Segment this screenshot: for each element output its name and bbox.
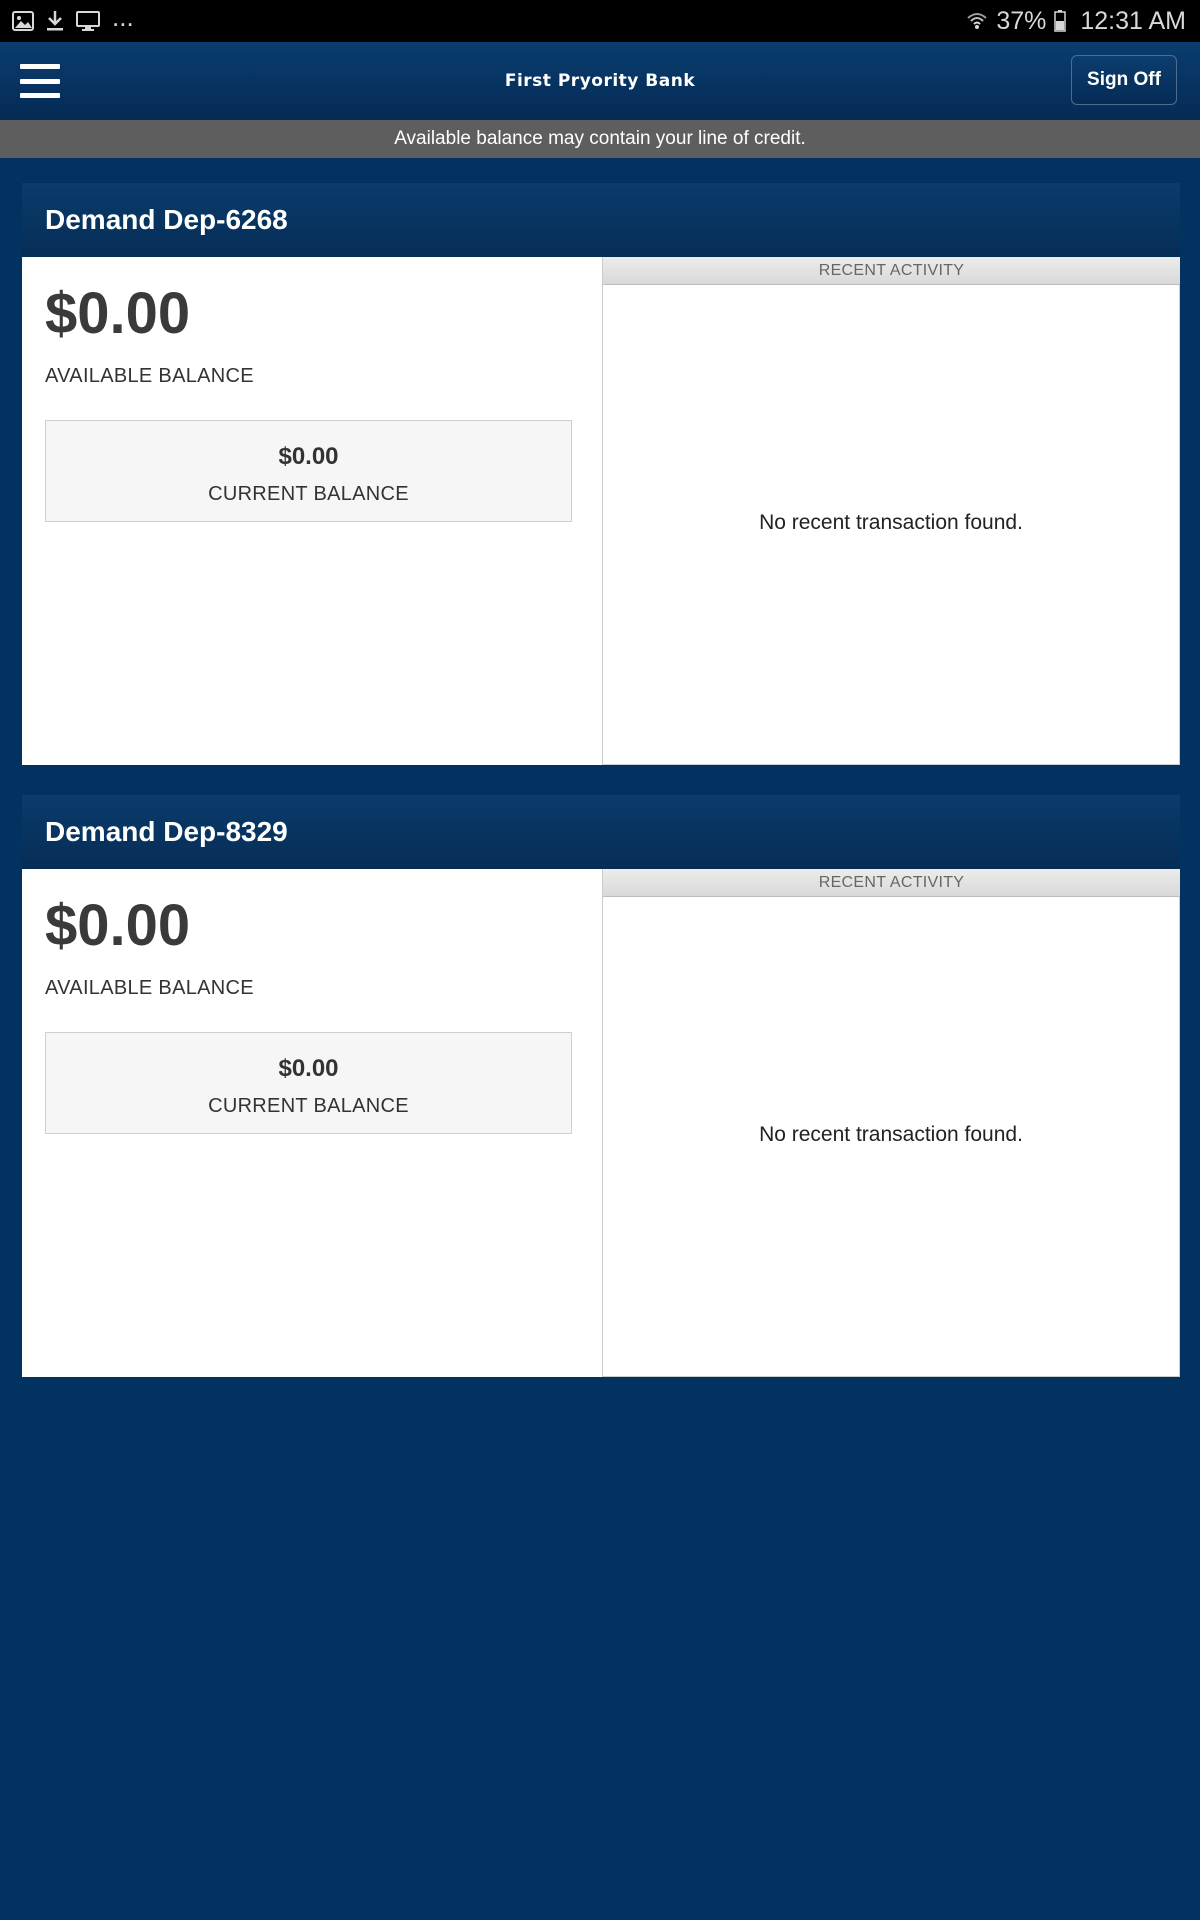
recent-activity-panel: RECENT ACTIVITY No recent transaction fo…	[602, 869, 1180, 1377]
status-bar: ... 37% 12:31 AM	[0, 0, 1200, 42]
account-name[interactable]: Demand Dep-8329	[22, 795, 1180, 869]
account-details: $0.00 AVAILABLE BALANCE $0.00 CURRENT BA…	[22, 257, 1180, 765]
current-balance-label: CURRENT BALANCE	[208, 483, 409, 505]
available-balance-amount: $0.00	[45, 893, 191, 958]
current-balance-box: $0.00 CURRENT BALANCE	[45, 1032, 572, 1134]
hamburger-menu-icon[interactable]	[20, 64, 60, 98]
account-card[interactable]: Demand Dep-8329 $0.00 AVAILABLE BALANCE …	[22, 795, 1180, 1377]
current-balance-amount: $0.00	[278, 1055, 339, 1082]
account-card[interactable]: Demand Dep-6268 $0.00 AVAILABLE BALANCE …	[22, 183, 1180, 765]
recent-activity-header: RECENT ACTIVITY	[603, 257, 1180, 285]
recent-activity-empty-message: No recent transaction found.	[603, 285, 1180, 765]
clock: 12:31 AM	[1080, 6, 1186, 35]
account-details: $0.00 AVAILABLE BALANCE $0.00 CURRENT BA…	[22, 869, 1180, 1377]
app-header: First Pryority Bank Sign Off	[0, 42, 1200, 120]
recent-activity-panel: RECENT ACTIVITY No recent transaction fo…	[602, 257, 1180, 765]
current-balance-amount: $0.00	[278, 443, 339, 470]
current-balance-label: CURRENT BALANCE	[208, 1095, 409, 1117]
battery-icon	[1054, 10, 1067, 32]
bank-logo-title: First Pryority Bank	[504, 71, 696, 91]
image-icon	[12, 11, 34, 31]
available-balance-amount: $0.00	[45, 281, 191, 346]
download-icon	[46, 10, 64, 32]
monitor-icon	[76, 11, 100, 31]
balance-section: $0.00 AVAILABLE BALANCE $0.00 CURRENT BA…	[22, 257, 602, 765]
account-list: Demand Dep-6268 $0.00 AVAILABLE BALANCE …	[22, 183, 1180, 1407]
account-name[interactable]: Demand Dep-6268	[22, 183, 1180, 257]
recent-activity-header: RECENT ACTIVITY	[603, 869, 1180, 897]
current-balance-box: $0.00 CURRENT BALANCE	[45, 420, 572, 522]
recent-activity-empty-message: No recent transaction found.	[603, 897, 1180, 1377]
wifi-icon	[966, 10, 988, 32]
sign-off-button[interactable]: Sign Off	[1071, 55, 1177, 105]
status-system-info: 37% 12:31 AM	[966, 7, 1186, 36]
status-notification-icons: ...	[12, 2, 134, 32]
available-balance-label: AVAILABLE BALANCE	[45, 365, 254, 387]
battery-percent: 37%	[996, 6, 1047, 35]
credit-notice: Available balance may contain your line …	[0, 120, 1200, 158]
available-balance-label: AVAILABLE BALANCE	[45, 977, 254, 999]
more-notifications: ...	[112, 2, 134, 32]
balance-section: $0.00 AVAILABLE BALANCE $0.00 CURRENT BA…	[22, 869, 602, 1377]
